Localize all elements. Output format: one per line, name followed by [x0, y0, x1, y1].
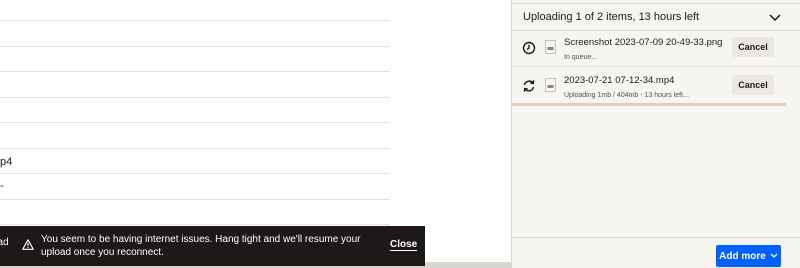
upload-item: Screenshot 2023-07-09 20-49-33.png In qu…	[512, 32, 800, 67]
warning-icon	[22, 239, 34, 250]
upload-status: Uploading 1mb / 404mb - 13 hours left...	[564, 92, 689, 99]
chevron-down-icon	[769, 14, 781, 22]
list-divider	[0, 224, 390, 225]
upload-panel-footer: Add more	[512, 237, 800, 268]
upload-panel-header[interactable]: Uploading 1 of 2 items, 13 hours left	[512, 3, 800, 31]
upload-item: 2023-07-21 07-12-34.mp4 Uploading 1mb / …	[512, 70, 800, 105]
connection-toast: pad You seem to be having internet issue…	[0, 226, 425, 266]
list-divider	[0, 97, 390, 98]
list-divider	[0, 173, 390, 174]
chevron-down-icon	[770, 253, 778, 258]
list-divider	[0, 20, 390, 21]
file-name: 2023-07-21 07-12-34.mp4	[564, 75, 675, 86]
cancel-button[interactable]: Cancel	[732, 37, 774, 57]
close-button[interactable]: Close	[390, 239, 418, 251]
collapse-button[interactable]	[767, 10, 783, 26]
cancel-button[interactable]: Cancel	[732, 75, 774, 95]
list-item[interactable]: -	[0, 180, 4, 192]
list-divider	[0, 46, 390, 47]
upload-panel-title: Uploading 1 of 2 items, 13 hours left	[523, 11, 700, 23]
clock-icon	[522, 41, 536, 55]
list-item[interactable]: p4	[0, 156, 12, 168]
list-divider	[0, 199, 390, 200]
file-icon	[545, 40, 556, 54]
upload-status: In queue...	[564, 54, 598, 61]
list-divider	[0, 148, 390, 149]
file-icon	[545, 78, 556, 92]
add-more-label: Add more	[719, 250, 766, 262]
upload-panel: Uploading 1 of 2 items, 13 hours left Sc…	[511, 0, 800, 268]
list-divider	[0, 122, 390, 123]
list-item: pad	[0, 237, 9, 248]
sync-icon	[523, 80, 535, 92]
upload-progress-bar	[512, 103, 786, 106]
file-name: Screenshot 2023-07-09 20-49-33.png	[564, 37, 723, 48]
list-divider	[0, 71, 390, 72]
toast-message: You seem to be having internet issues. H…	[41, 234, 361, 258]
add-more-button[interactable]: Add more	[716, 245, 781, 267]
